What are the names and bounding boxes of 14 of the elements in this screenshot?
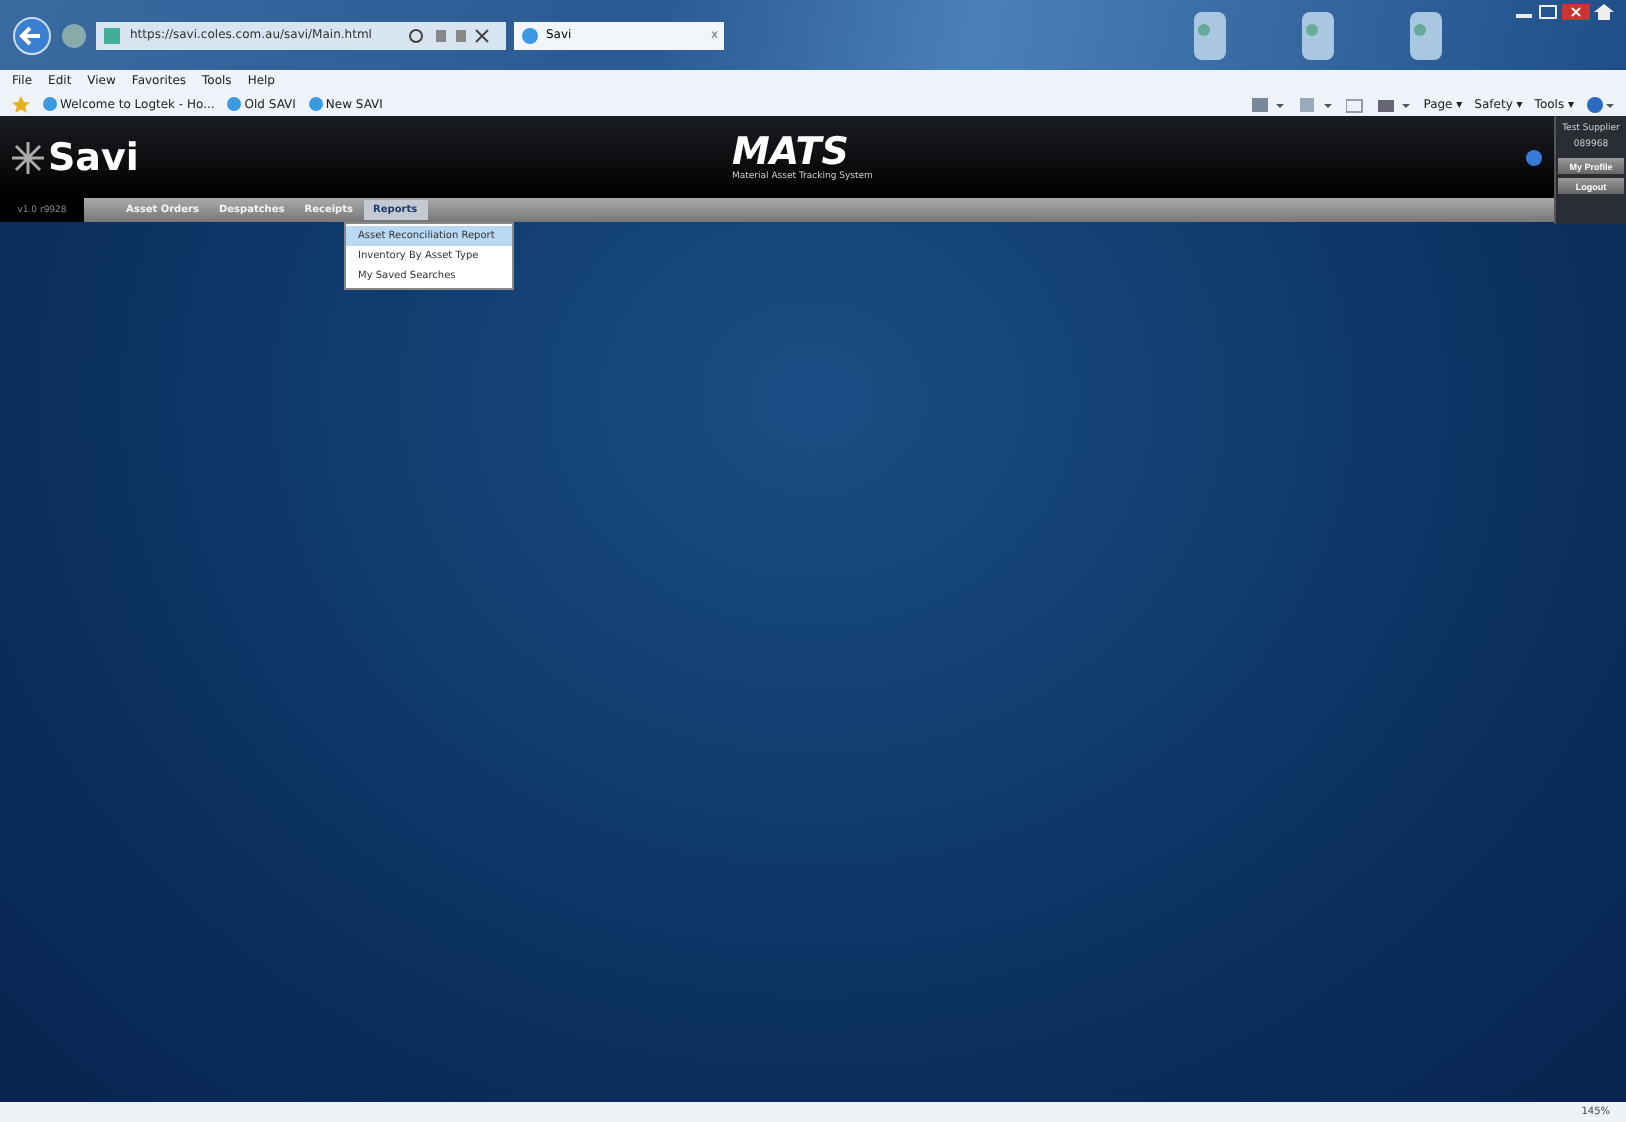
back-icon[interactable] bbox=[12, 15, 52, 55]
home-icon[interactable] bbox=[1594, 4, 1614, 20]
page-icon[interactable] bbox=[102, 25, 122, 45]
desktop-shortcut-icon[interactable] bbox=[1298, 9, 1338, 61]
close-icon[interactable] bbox=[1562, 4, 1590, 20]
desktop-shortcut-icon[interactable] bbox=[1190, 9, 1230, 61]
maximize-icon[interactable] bbox=[1538, 4, 1558, 20]
help-icon[interactable] bbox=[1526, 149, 1542, 165]
snowflake-logo-icon[interactable] bbox=[12, 141, 44, 173]
favorites-star-icon[interactable] bbox=[12, 95, 30, 113]
logo-text: Savi bbox=[48, 135, 139, 179]
desktop-shortcut-icon[interactable] bbox=[1406, 9, 1446, 61]
app-title: MATS bbox=[732, 133, 849, 171]
help-icon[interactable] bbox=[1586, 95, 1614, 113]
